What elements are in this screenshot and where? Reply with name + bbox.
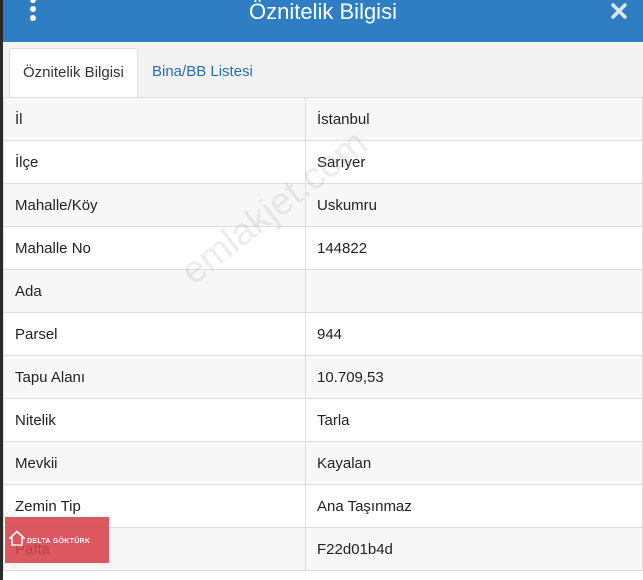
attribute-value: Kayalan [305, 441, 643, 485]
attribute-value: Uskumru [305, 183, 643, 227]
dialog-titlebar: Öznitelik Bilgisi [3, 0, 643, 42]
attribute-key: Parsel [3, 312, 306, 356]
attribute-key: Ada [3, 269, 306, 313]
attribute-value: Ana Taşınmaz [305, 484, 643, 528]
house-icon [9, 530, 25, 546]
attribute-value: F22d01b4d [305, 527, 643, 571]
attribute-key: Mevkii [3, 441, 306, 485]
table-row: İl İstanbul [3, 97, 643, 141]
delta-gokturk-logo: DELTA GÖKTÜRK [5, 517, 109, 563]
table-row: İlçe Sarıyer [3, 140, 643, 184]
attribute-table: İl İstanbul İlçe Sarıyer Mahalle/Köy Usk… [3, 97, 643, 571]
table-row: Nitelik Tarla [3, 398, 643, 442]
tab-bar: Öznitelik Bilgisi Bina/BB Listesi [3, 42, 643, 98]
attribute-value: 944 [305, 312, 643, 356]
attribute-value [305, 269, 643, 313]
attribute-key: Mahalle No [3, 226, 306, 270]
attribute-value: Tarla [305, 398, 643, 442]
attribute-value: 10.709,53 [305, 355, 643, 399]
table-row: Ada [3, 269, 643, 313]
attribute-value: İstanbul [305, 97, 643, 141]
attribute-key: İl [3, 97, 306, 141]
tab-building-list[interactable]: Bina/BB Listesi [139, 48, 266, 97]
attribute-key: İlçe [3, 140, 306, 184]
table-row: Parsel 944 [3, 312, 643, 356]
logo-text: DELTA GÖKTÜRK [27, 538, 91, 545]
tab-attribute-info[interactable]: Öznitelik Bilgisi [9, 48, 138, 98]
attribute-key: Tapu Alanı [3, 355, 306, 399]
attribute-value: Sarıyer [305, 140, 643, 184]
close-icon[interactable] [609, 1, 629, 21]
attribute-key: Nitelik [3, 398, 306, 442]
attribute-value: 144822 [305, 226, 643, 270]
table-row: Tapu Alanı 10.709,53 [3, 355, 643, 399]
table-row: Mevkii Kayalan [3, 441, 643, 485]
dialog-title: Öznitelik Bilgisi [249, 0, 397, 24]
attribute-dialog: Öznitelik Bilgisi Öznitelik Bilgisi Bina… [3, 0, 643, 580]
table-row: Mahalle No 144822 [3, 226, 643, 270]
attribute-key: Mahalle/Köy [3, 183, 306, 227]
table-row: Mahalle/Köy Uskumru [3, 183, 643, 227]
